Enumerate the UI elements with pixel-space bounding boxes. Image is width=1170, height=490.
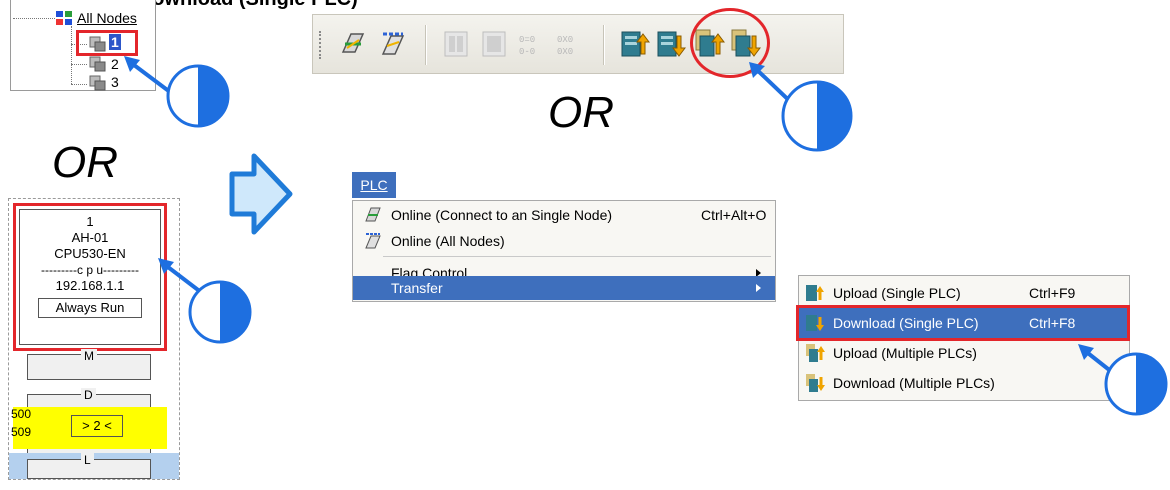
submenu-item-label: Upload (Single PLC) — [833, 285, 961, 301]
menu-item-label: Transfer — [391, 280, 443, 296]
disabled-tool-icon[interactable] — [441, 28, 473, 60]
menu-plc-label: PLC — [360, 177, 388, 193]
or-label: OR — [52, 138, 118, 187]
disabled-tool-icon[interactable] — [479, 28, 511, 60]
toolbar-separator — [425, 25, 427, 65]
svg-text:0X0: 0X0 — [557, 35, 573, 45]
submenu-item-label: Upload (Multiple PLCs) — [833, 345, 977, 361]
pointer-callout-icon — [124, 56, 230, 128]
plc-node-icon — [89, 36, 107, 52]
menu-item-online-single[interactable]: Online (Connect to an Single Node) Ctrl+… — [353, 202, 775, 228]
plc-node-icon — [89, 75, 107, 91]
tree-connector — [13, 18, 55, 19]
slot-number: 1 — [86, 214, 94, 229]
tree-connector — [71, 84, 87, 85]
tree-root-label[interactable]: All Nodes — [77, 10, 137, 26]
menu-plc[interactable]: PLC — [352, 172, 396, 198]
cpu-model: CPU530-EN — [54, 246, 126, 261]
pointer-callout-icon — [158, 258, 252, 344]
plc-dropdown-menu: Online (Connect to an Single Node) Ctrl+… — [352, 200, 776, 302]
tree-node-2[interactable]: 2 — [111, 56, 119, 72]
online-all-icon — [365, 233, 381, 249]
online-single-icon — [365, 207, 381, 222]
upload-multiple-icon — [806, 344, 825, 362]
online-single-icon[interactable] — [337, 28, 369, 60]
ip-address: 192.168.1.1 — [55, 278, 125, 293]
pointer-callout-icon — [1078, 344, 1168, 416]
right-arrow-icon — [229, 153, 293, 235]
plc-model: AH-01 — [71, 230, 109, 245]
menu-item-shortcut: Ctrl+Alt+O — [701, 207, 767, 223]
online-all-icon[interactable] — [377, 28, 409, 60]
pointer-callout-icon — [749, 62, 853, 152]
cpu-module[interactable]: 1 AH-01 CPU530-EN ---------c p u--------… — [19, 209, 161, 345]
submenu-item-upload-single[interactable]: Upload (Single PLC) Ctrl+F9 — [799, 278, 1129, 308]
submenu-arrow-icon — [756, 284, 761, 292]
tree-node-3[interactable]: 3 — [111, 74, 119, 90]
menu-separator — [383, 256, 771, 257]
node-indicator-label: > 2 < — [71, 415, 123, 437]
download-item-highlight — [796, 305, 1130, 341]
upload-single-icon — [806, 285, 824, 301]
cpu-divider: ---------c p u--------- — [41, 263, 139, 277]
tree-connector — [71, 64, 87, 65]
module-label: D — [81, 388, 96, 402]
upload-single-icon[interactable] — [619, 28, 651, 60]
svg-text:0X0: 0X0 — [557, 47, 573, 57]
tree-node-1[interactable]: 1 — [109, 34, 121, 50]
network-root-icon — [55, 10, 73, 26]
menu-item-label: Online (Connect to an Single Node) — [391, 207, 613, 223]
run-mode-status: Always Run — [38, 298, 142, 318]
download-single-icon[interactable] — [655, 28, 687, 60]
menu-item-label: Online (All Nodes) — [391, 233, 505, 249]
or-label: OR — [548, 88, 614, 137]
disabled-tool-icon[interactable]: 0X0 0X0 — [555, 28, 587, 60]
toolbar-separator — [603, 25, 605, 65]
disabled-tool-icon[interactable]: 0=0 0-0 — [517, 28, 549, 60]
menu-item-transfer[interactable]: Transfer — [353, 276, 775, 300]
svg-text:0=0: 0=0 — [519, 35, 535, 45]
range-end: 509 — [11, 425, 32, 439]
range-start: 500 — [11, 407, 32, 421]
menu-item-online-all[interactable]: Online (All Nodes) — [353, 228, 775, 254]
submenu-item-label: Download (Multiple PLCs) — [833, 375, 995, 391]
menu-bar: PLC — [352, 170, 772, 200]
tree-connector — [71, 26, 72, 84]
svg-text:0-0: 0-0 — [519, 47, 535, 57]
toolbar-grip[interactable] — [319, 31, 324, 59]
submenu-item-shortcut: Ctrl+F9 — [1029, 285, 1076, 301]
plc-node-icon — [89, 56, 107, 72]
module-label: L — [81, 453, 94, 467]
download-multiple-icon — [806, 374, 825, 392]
module-label: M — [81, 349, 97, 363]
